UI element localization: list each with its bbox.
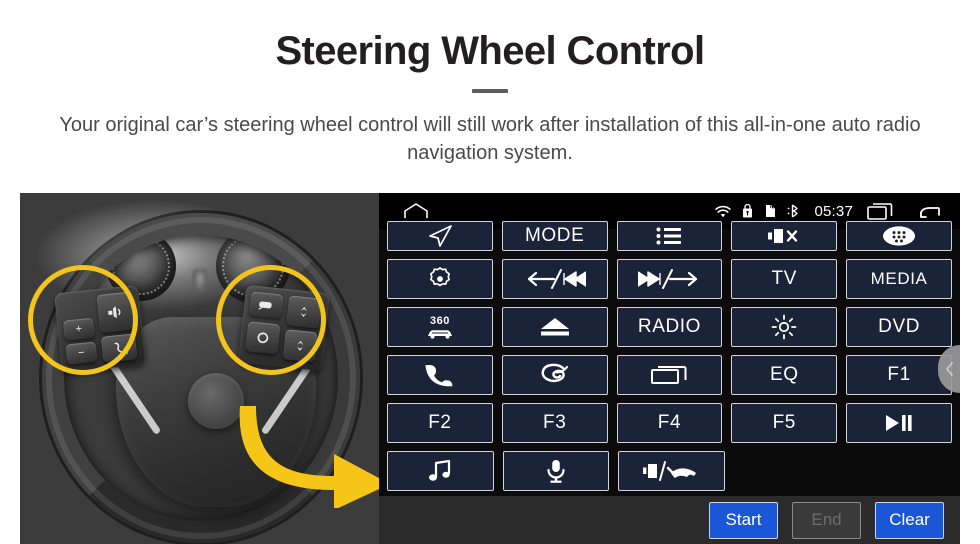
window-screen-icon (651, 366, 687, 384)
clock-time: 05:37 (814, 202, 853, 220)
prev-track-icon (527, 269, 586, 289)
airbag-center (188, 373, 244, 429)
eject-icon (540, 318, 569, 336)
music-note-icon (429, 460, 451, 481)
play-pause-icon (886, 415, 912, 431)
button-mic[interactable] (502, 451, 610, 491)
button-volume-hangup[interactable] (618, 451, 725, 491)
button-row: F2 F3 F4 F5 (387, 403, 952, 443)
button-f2[interactable]: F2 (387, 403, 493, 443)
function-button-grid: MODE TV MEDIA 360 RADIO DVD EQ F1 F2 F3 … (379, 221, 960, 497)
button-row: EQ F1 (387, 355, 952, 395)
button-brightness[interactable] (731, 307, 838, 347)
button-f1[interactable]: F1 (846, 355, 952, 395)
highlight-circle-right (216, 265, 326, 375)
button-f4[interactable]: F4 (616, 403, 723, 443)
button-row (387, 451, 952, 491)
button-row: MODE (387, 221, 952, 251)
button-nav[interactable] (387, 221, 493, 251)
button-play-pause[interactable] (846, 403, 952, 443)
car-360-label: 360 (429, 314, 450, 327)
sd-card-icon (764, 204, 776, 218)
button-media[interactable]: MEDIA (846, 259, 952, 299)
chevron-left-icon (945, 362, 953, 376)
mute-speaker-icon (768, 229, 798, 243)
brightness-sun-icon (771, 314, 797, 340)
button-swirl[interactable] (501, 355, 608, 395)
button-eq[interactable]: EQ (731, 355, 838, 395)
button-radio[interactable]: RADIO (616, 307, 723, 347)
button-settings[interactable] (387, 259, 493, 299)
recent-apps-button[interactable] (867, 202, 893, 220)
end-button: End (792, 501, 861, 539)
highlight-circle-left (28, 265, 138, 375)
phone-icon (425, 365, 453, 387)
car-360-icon: 360 (426, 314, 454, 339)
spiral-swirl-icon (541, 363, 568, 383)
button-row: TV MEDIA (387, 259, 952, 299)
head-unit-screen: 05:37 MODE TV MEDIA 360 RADIO DVD EQ F1 … (379, 193, 960, 544)
back-button[interactable] (918, 203, 942, 220)
next-track-icon (638, 269, 698, 289)
button-prev-track[interactable] (501, 259, 608, 299)
start-button[interactable]: Start (709, 501, 778, 539)
button-tv[interactable]: TV (731, 259, 838, 299)
button-phone[interactable] (387, 355, 493, 395)
wifi-icon (715, 205, 732, 218)
page-title: Steering Wheel Control (275, 29, 705, 73)
list-menu-icon (656, 227, 682, 245)
gear-dot-icon (429, 267, 450, 287)
car-icon (427, 329, 452, 339)
back-arrow-icon (919, 206, 940, 218)
usb-lock-icon (742, 204, 753, 218)
button-next-track[interactable] (616, 259, 723, 299)
button-row: 360 RADIO DVD (387, 307, 952, 347)
recent-apps-icon (867, 202, 893, 220)
button-360-camera[interactable]: 360 (387, 307, 493, 347)
content-split: + − 05:37 MODE TV MEDIA 360 RADIO DVD EQ… (0, 192, 980, 544)
button-screen[interactable] (616, 355, 723, 395)
microphone-icon (547, 460, 565, 483)
header: Steering Wheel Control Your original car… (0, 0, 980, 168)
apps-grid-icon (883, 226, 916, 246)
navigation-arrow-icon (429, 225, 452, 247)
page-root: Steering Wheel Control Your original car… (0, 0, 980, 544)
status-icons: 05:37 (715, 203, 942, 220)
home-icon (404, 203, 428, 218)
button-mute[interactable] (731, 221, 838, 251)
button-mode[interactable]: MODE (501, 221, 608, 251)
button-f3[interactable]: F3 (501, 403, 608, 443)
button-f5[interactable]: F5 (731, 403, 838, 443)
page-subtitle: Your original car’s steering wheel contr… (59, 114, 921, 165)
steering-wheel-photo: + − (20, 193, 380, 544)
title-divider (472, 89, 508, 93)
home-button[interactable] (403, 203, 429, 219)
button-dvd[interactable]: DVD (846, 307, 952, 347)
button-music[interactable] (387, 451, 494, 491)
bluetooth-icon (787, 204, 800, 218)
button-list[interactable] (616, 221, 723, 251)
clear-button[interactable]: Clear (875, 501, 944, 539)
volume-hangup-icon (643, 461, 697, 481)
action-bar: Start End Clear (379, 496, 960, 544)
button-eject[interactable] (501, 307, 608, 347)
button-apps[interactable] (846, 221, 952, 251)
